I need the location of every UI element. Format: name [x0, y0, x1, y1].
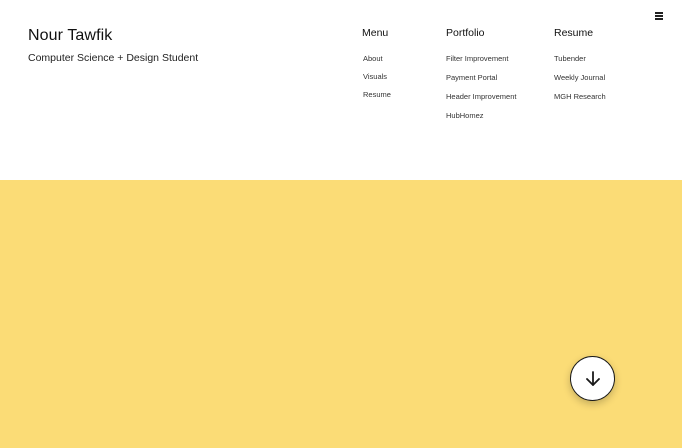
hamburger-line — [655, 18, 663, 20]
nav-portfolio-column: Portfolio Filter Improvement Payment Por… — [446, 27, 516, 124]
list-item: Weekly Journal — [554, 67, 606, 86]
hamburger-line — [655, 15, 663, 17]
list-item: Visuals — [362, 66, 391, 84]
list-item: Tubender — [554, 48, 606, 67]
site-title[interactable]: Nour Tawfik — [28, 27, 198, 45]
arrow-down-icon — [585, 370, 600, 386]
hamburger-icon[interactable] — [655, 12, 664, 21]
hero-section — [0, 180, 682, 448]
list-item: Payment Portal — [446, 67, 516, 86]
nav-link-tubender[interactable]: Tubender — [554, 54, 586, 63]
hamburger-line — [655, 12, 663, 14]
brand: Nour Tawfik Computer Science + Design St… — [28, 27, 198, 64]
list-item: Resume — [362, 84, 391, 102]
nav-heading-resume[interactable]: Resume — [554, 27, 606, 39]
list-item: HubHomez — [446, 105, 516, 124]
nav-link-header-improvement[interactable]: Header Improvement — [446, 92, 516, 101]
nav-link-about[interactable]: About — [362, 54, 383, 63]
nav-link-mgh-research[interactable]: MGH Research — [554, 92, 606, 101]
nav-link-filter-improvement[interactable]: Filter Improvement — [446, 54, 509, 63]
nav-resume-column: Resume Tubender Weekly Journal MGH Resea… — [554, 27, 606, 105]
nav-link-weekly-journal[interactable]: Weekly Journal — [554, 73, 605, 82]
nav-heading-menu: Menu — [362, 27, 389, 39]
nav-link-visuals[interactable]: Visuals — [362, 72, 387, 81]
site-tagline: Computer Science + Design Student — [28, 52, 199, 64]
nav-link-resume[interactable]: Resume — [362, 90, 391, 99]
page: Nour Tawfik Computer Science + Design St… — [0, 0, 682, 448]
nav-link-payment-portal[interactable]: Payment Portal — [446, 73, 497, 82]
site-header: Nour Tawfik Computer Science + Design St… — [0, 0, 682, 180]
list-item: About — [362, 48, 391, 66]
nav-list-resume: Tubender Weekly Journal MGH Research — [554, 48, 606, 105]
nav-link-hubhomez[interactable]: HubHomez — [446, 111, 484, 120]
nav-list-portfolio: Filter Improvement Payment Portal Header… — [446, 48, 516, 124]
list-item: Filter Improvement — [446, 48, 516, 67]
list-item: Header Improvement — [446, 86, 516, 105]
scroll-down-button[interactable] — [570, 356, 615, 401]
nav-heading-portfolio[interactable]: Portfolio — [446, 27, 516, 39]
list-item: MGH Research — [554, 86, 606, 105]
nav-list-menu: About Visuals Resume — [362, 48, 391, 102]
nav-menu-column: Menu About Visuals Resume — [362, 27, 391, 102]
